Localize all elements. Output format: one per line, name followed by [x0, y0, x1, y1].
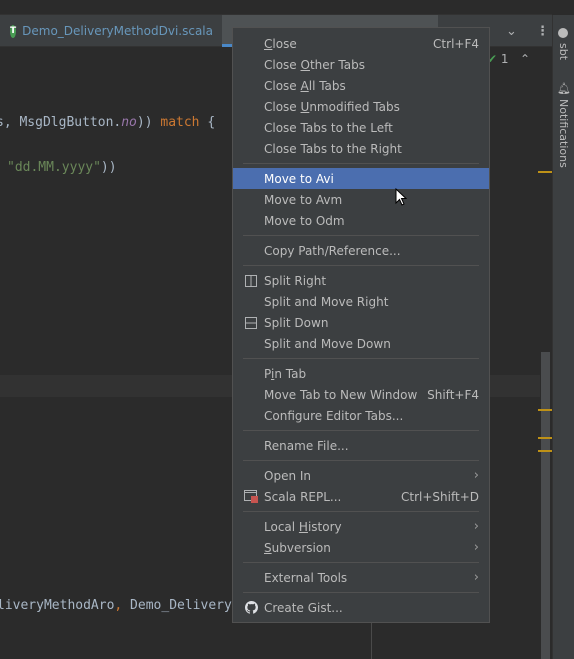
menu-item-label: Close Unmodified Tabs	[264, 99, 400, 114]
error-stripe-marker[interactable]	[538, 437, 552, 439]
scrollbar-thumb[interactable]	[541, 352, 550, 659]
menu-item-copy-path-reference[interactable]: Copy Path/Reference...	[233, 240, 489, 261]
menu-item-label: Move to Avm	[264, 192, 343, 207]
menu-separator	[233, 159, 489, 168]
menu-item-split-right[interactable]: Split Right	[233, 270, 489, 291]
menu-item-label: Pin Tab	[264, 366, 307, 381]
split-vertical-icon	[244, 274, 258, 287]
chevron-right-icon: ›	[473, 468, 479, 483]
menu-item-label: Close	[264, 36, 297, 51]
menu-item-label: Split Right	[264, 273, 327, 288]
menu-item-move-to-avm[interactable]: Move to Avm	[233, 189, 489, 210]
menu-item-create-gist[interactable]: Create Gist...	[233, 597, 489, 618]
menu-item-label: Split and Move Right	[264, 294, 389, 309]
menu-item-close-unmodified-tabs[interactable]: Close Unmodified Tabs	[233, 96, 489, 117]
scala-trait-icon: T	[10, 24, 17, 38]
menu-item-local-history[interactable]: Local History ›	[233, 516, 489, 537]
kebab-menu-icon[interactable]: ⋮	[536, 15, 549, 47]
menu-item-rename-file[interactable]: Rename File...	[233, 435, 489, 456]
menu-item-configure-editor-tabs[interactable]: Configure Editor Tabs...	[233, 405, 489, 426]
menu-item-move-to-odm[interactable]: Move to Odm	[233, 210, 489, 231]
menu-separator	[233, 588, 489, 597]
split-horizontal-icon	[244, 316, 258, 329]
menu-item-move-tab-to-new-window[interactable]: Move Tab to New Window Shift+F4	[233, 384, 489, 405]
menu-item-close-tabs-to-the-right[interactable]: Close Tabs to the Right	[233, 138, 489, 159]
menu-item-scala-repl[interactable]: Scala REPL... Ctrl+Shift+D	[233, 486, 489, 507]
error-stripe-marker[interactable]	[538, 171, 552, 173]
menu-item-label: Open In	[264, 468, 312, 483]
menu-separator	[233, 354, 489, 363]
mouse-cursor-icon	[395, 188, 407, 206]
title-strip	[0, 0, 552, 15]
menu-item-label: Close Tabs to the Right	[264, 141, 402, 156]
menu-item-split-down[interactable]: Split Down	[233, 312, 489, 333]
menu-item-label: Split Down	[264, 315, 329, 330]
menu-item-label: Move to Avi	[264, 171, 334, 186]
menu-separator	[233, 231, 489, 240]
chevron-right-icon: ›	[473, 519, 479, 534]
menu-item-shortcut: Shift+F4	[427, 387, 479, 402]
menu-item-label: External Tools	[264, 570, 348, 585]
chevron-right-icon: ›	[473, 570, 479, 585]
menu-item-close[interactable]: Close Ctrl+F4	[233, 33, 489, 54]
inspection-widget[interactable]: ✔ 1 ⌃ ⌄	[487, 52, 548, 66]
menu-item-close-other-tabs[interactable]: Close Other Tabs	[233, 54, 489, 75]
right-tool-strip: sbt 🔔︎ Notifications	[552, 15, 574, 659]
menu-separator	[233, 558, 489, 567]
menu-item-close-tabs-to-the-left[interactable]: Close Tabs to the Left	[233, 117, 489, 138]
menu-item-label: Split and Move Down	[264, 336, 391, 351]
menu-item-split-and-move-right[interactable]: Split and Move Right	[233, 291, 489, 312]
error-stripe-marker[interactable]	[538, 409, 552, 411]
chevron-down-icon[interactable]: ⌄	[506, 15, 517, 47]
menu-item-label: Scala REPL...	[264, 489, 342, 504]
menu-item-label: Create Gist...	[264, 600, 343, 615]
code-line: "dd.MM.yyyy"))	[7, 160, 117, 175]
menu-item-close-all-tabs[interactable]: Close All Tabs	[233, 75, 489, 96]
tab-context-menu: Close Ctrl+F4 Close Other Tabs Close All Ta…	[232, 27, 490, 623]
menu-item-label: Close Other Tabs	[264, 57, 365, 72]
previous-highlight-icon[interactable]: ⌃	[520, 52, 530, 66]
menu-item-label: Move to Odm	[264, 213, 345, 228]
menu-item-shortcut: Ctrl+F4	[433, 36, 479, 51]
code-line: liveryMethodAro, Demo_DeliveryM	[0, 598, 240, 613]
code-line: s, MsgDlgButton.no)) match {	[0, 115, 216, 130]
menu-item-label: Copy Path/Reference...	[264, 243, 401, 258]
tab-demo-delivery-method-dvi[interactable]: T Demo_DeliveryMethodDvi.scala ×	[0, 15, 231, 47]
github-icon	[244, 601, 258, 614]
menu-item-external-tools[interactable]: External Tools ›	[233, 567, 489, 588]
menu-item-pin-tab[interactable]: Pin Tab	[233, 363, 489, 384]
menu-item-split-and-move-down[interactable]: Split and Move Down	[233, 333, 489, 354]
menu-item-shortcut: Ctrl+Shift+D	[401, 489, 479, 504]
menu-item-open-in[interactable]: Open In ›	[233, 465, 489, 486]
tool-window-sbt[interactable]: sbt	[557, 43, 570, 60]
chevron-right-icon: ›	[473, 540, 479, 555]
menu-separator	[233, 261, 489, 270]
menu-item-label: Move Tab to New Window	[264, 387, 418, 402]
menu-item-label: Configure Editor Tabs...	[264, 408, 404, 423]
menu-separator	[233, 456, 489, 465]
scala-repl-icon	[244, 490, 258, 503]
menu-item-subversion[interactable]: Subversion ›	[233, 537, 489, 558]
tab-label: Demo_DeliveryMethodDvi.scala	[22, 24, 213, 38]
error-stripe-marker[interactable]	[538, 450, 552, 452]
menu-item-label: Subversion	[264, 540, 331, 555]
sbt-icon[interactable]	[558, 28, 568, 38]
menu-separator	[233, 507, 489, 516]
menu-item-label: Close Tabs to the Left	[264, 120, 393, 135]
menu-item-label: Close All Tabs	[264, 78, 346, 93]
menu-item-label: Rename File...	[264, 438, 349, 453]
menu-item-label: Local History	[264, 519, 342, 534]
tool-window-notifications[interactable]: Notifications	[557, 99, 570, 168]
bell-icon[interactable]: 🔔︎	[557, 82, 571, 95]
menu-item-move-to-avi[interactable]: Move to Avi	[233, 168, 489, 189]
menu-separator	[233, 426, 489, 435]
